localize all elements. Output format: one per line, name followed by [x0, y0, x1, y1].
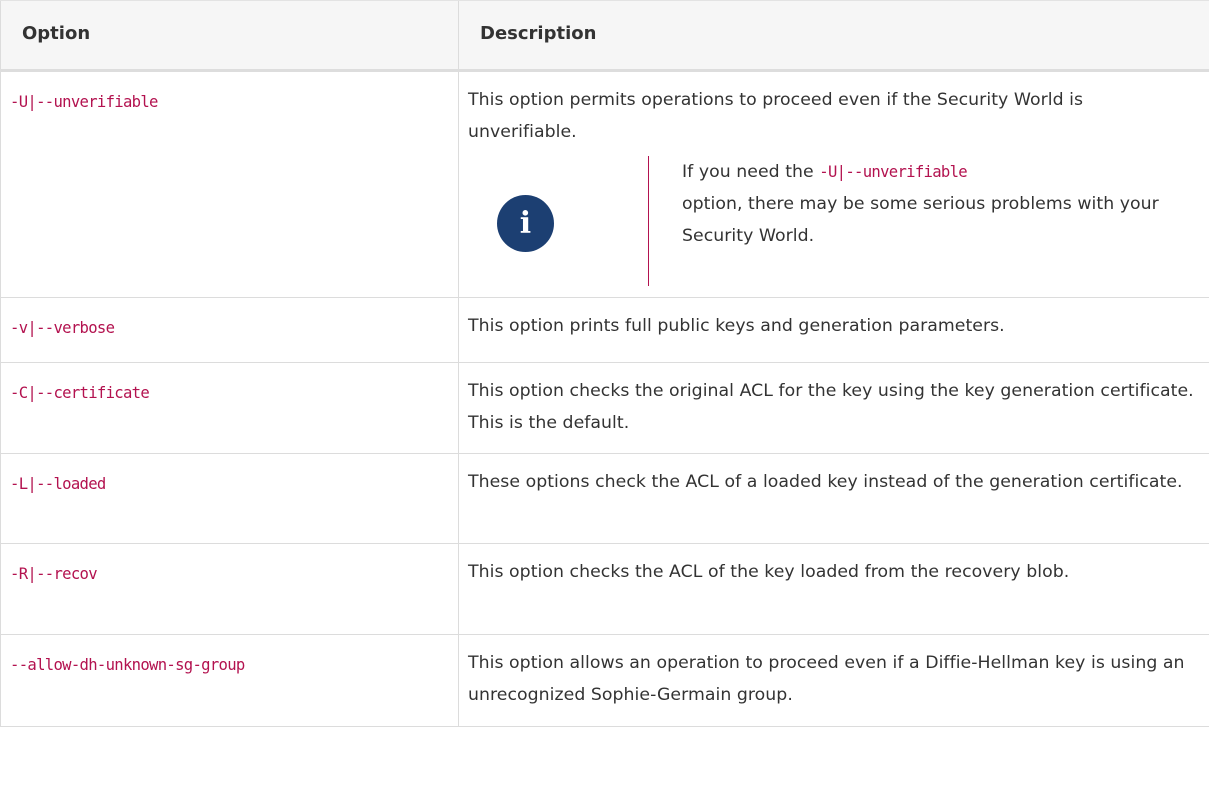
option-code: -U|--unverifiable [10, 93, 158, 111]
description-cell: This option checks the original ACL for … [458, 362, 1209, 454]
description-text: This option prints full public keys and … [468, 316, 1005, 336]
description-text: This option checks the original ACL for … [468, 381, 1194, 433]
note-code: -U|--unverifiable [819, 163, 967, 181]
description-text: These options check the ACL of a loaded … [468, 472, 1183, 492]
options-table: Option Description -U|--unverifiable Thi… [0, 0, 1209, 727]
table-row: -R|--recov This option checks the ACL of… [0, 543, 1209, 635]
header-description: Description [458, 0, 1209, 72]
option-code: -R|--recov [10, 565, 98, 583]
option-cell: -L|--loaded [0, 453, 459, 544]
info-icon: i [497, 195, 554, 252]
description-text: This option permits operations to procee… [468, 90, 1084, 142]
table-row: -v|--verbose This option prints full pub… [0, 297, 1209, 363]
note-text: If you need the -U|--unverifiable option… [682, 156, 1162, 252]
table-row: -L|--loaded These options check the ACL … [0, 453, 1209, 544]
note-suffix: option, there may be some serious proble… [682, 194, 1159, 246]
info-note: i If you need the -U|--unverifiable opti… [468, 156, 1209, 296]
option-code: -C|--certificate [10, 384, 150, 402]
description-text: This option allows an operation to proce… [468, 653, 1185, 705]
description-cell: This option prints full public keys and … [458, 297, 1209, 363]
description-cell: This option allows an operation to proce… [458, 634, 1209, 727]
description-cell: These options check the ACL of a loaded … [458, 453, 1209, 544]
option-cell: -R|--recov [0, 543, 459, 635]
option-cell: -v|--verbose [0, 297, 459, 363]
note-divider [648, 156, 649, 286]
table-row: --allow-dh-unknown-sg-group This option … [0, 634, 1209, 727]
table-row: -U|--unverifiable This option permits op… [0, 70, 1209, 298]
description-text: This option checks the ACL of the key lo… [468, 562, 1070, 582]
option-cell: -U|--unverifiable [0, 70, 459, 298]
description-cell: This option permits operations to procee… [458, 70, 1209, 298]
header-option: Option [0, 0, 459, 72]
table-header-row: Option Description [0, 0, 1209, 72]
option-code: -L|--loaded [10, 475, 106, 493]
option-cell: -C|--certificate [0, 362, 459, 454]
table-row: -C|--certificate This option checks the … [0, 362, 1209, 454]
option-code: --allow-dh-unknown-sg-group [10, 656, 245, 674]
description-cell: This option checks the ACL of the key lo… [458, 543, 1209, 635]
note-prefix: If you need the [682, 162, 820, 182]
option-cell: --allow-dh-unknown-sg-group [0, 634, 459, 727]
option-code: -v|--verbose [10, 319, 115, 337]
